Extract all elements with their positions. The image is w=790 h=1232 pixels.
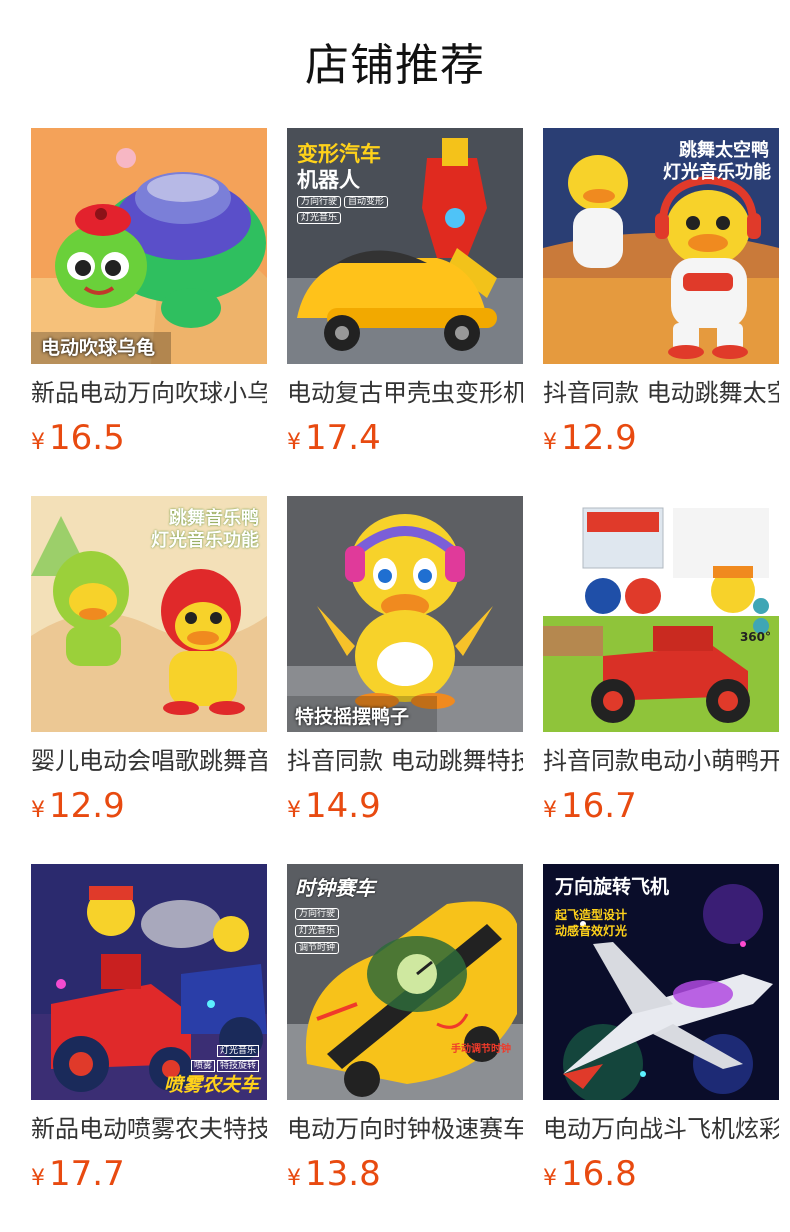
feature-tag: 万向行驶: [297, 196, 342, 208]
product-price: ¥12.9: [31, 784, 267, 828]
product-price: ¥16.8: [543, 1152, 779, 1196]
price-amount: 12.9: [49, 786, 125, 826]
feature-tag: 灯光音乐: [295, 925, 340, 937]
price-amount: 12.9: [561, 418, 637, 458]
product-name[interactable]: 电动万向时钟极速赛车: [287, 1112, 523, 1146]
product-price: ¥13.8: [287, 1152, 523, 1196]
product-price: ¥16.7: [543, 784, 779, 828]
product-name[interactable]: 新品电动喷雾农夫特技车: [31, 1112, 267, 1146]
product-image[interactable]: 万向旋转飞机 起飞造型设计 动感音效灯光: [543, 864, 779, 1100]
currency-symbol: ¥: [31, 430, 45, 455]
feature-tags: 万向行驶 自动变形 灯光音乐: [297, 194, 389, 226]
feature-tags: 万向行驶 灯光音乐 调节时钟: [295, 906, 340, 957]
product-name[interactable]: 电动万向战斗飞机炫彩灯光: [543, 1112, 779, 1146]
product-name[interactable]: 抖音同款电动小萌鸭开车: [543, 744, 779, 778]
product-price: ¥12.9: [543, 416, 779, 460]
product-badge-tertiary: 动感音效灯光: [555, 924, 628, 938]
currency-symbol: ¥: [31, 1166, 45, 1191]
toy-swing-duck-icon: [287, 496, 523, 732]
currency-symbol: ¥: [543, 1166, 557, 1191]
price-amount: 16.8: [561, 1154, 637, 1194]
product-image[interactable]: 360°: [543, 496, 779, 732]
currency-symbol: ¥: [287, 430, 301, 455]
product-badge: 万向旋转飞机: [555, 876, 670, 898]
currency-symbol: ¥: [287, 1166, 301, 1191]
product-price: ¥17.4: [287, 416, 523, 460]
currency-symbol: ¥: [543, 430, 557, 455]
product-name[interactable]: 抖音同款 电动跳舞太空鸭: [543, 376, 779, 410]
product-badge-secondary: 机器人: [297, 168, 360, 192]
price-amount: 16.5: [49, 418, 125, 458]
price-amount: 17.4: [305, 418, 381, 458]
price-amount: 14.9: [305, 786, 381, 826]
toy-duck-car-icon: [543, 496, 779, 732]
currency-symbol: ¥: [543, 798, 557, 823]
product-badge: 360°: [739, 630, 771, 644]
product-image[interactable]: 跳舞太空鸭 灯光音乐功能: [543, 128, 779, 364]
product-name[interactable]: 电动复古甲壳虫变形机器人: [287, 376, 523, 410]
price-amount: 13.8: [305, 1154, 381, 1194]
product-name[interactable]: 婴儿电动会唱歌跳舞音乐鸭: [31, 744, 267, 778]
feature-tag: 自动变形: [344, 196, 389, 208]
currency-symbol: ¥: [287, 798, 301, 823]
product-price: ¥14.9: [287, 784, 523, 828]
product-name[interactable]: 新品电动万向吹球小乌龟: [31, 376, 267, 410]
product-image[interactable]: 跳舞音乐鸭 灯光音乐功能: [31, 496, 267, 732]
feature-tag: 灯光音乐: [297, 212, 342, 224]
price-amount: 16.7: [561, 786, 637, 826]
product-name[interactable]: 抖音同款 电动跳舞特技摇摆鸭子: [287, 744, 523, 778]
product-price: ¥17.7: [31, 1152, 267, 1196]
product-badge: 电动吹球乌龟: [41, 337, 156, 359]
page-title: 店铺推荐: [305, 40, 485, 91]
product-badge-secondary: 灯光音乐功能: [663, 162, 771, 183]
product-image[interactable]: 变形汽车 机器人 万向行驶 自动变形 灯光音乐: [287, 128, 523, 364]
feature-tag: 万向行驶: [295, 908, 340, 920]
product-image[interactable]: 灯光音乐 喷雾 特技旋转 喷雾农夫车: [31, 864, 267, 1100]
product-image[interactable]: 特技摇摆鸭子: [287, 496, 523, 732]
product-badge: 喷雾农夫车: [163, 1074, 259, 1096]
annotation-label: 手动调节时钟: [451, 1044, 511, 1055]
product-image[interactable]: 时钟赛车 万向行驶 灯光音乐 调节时钟 手动调节时钟: [287, 864, 523, 1100]
currency-symbol: ¥: [31, 798, 45, 823]
product-badge-secondary: 起飞造型设计: [555, 908, 628, 922]
feature-tag: 调节时钟: [295, 942, 340, 954]
product-badge-secondary: 灯光音乐功能: [151, 530, 259, 551]
feature-tag: 灯光音乐: [216, 1045, 259, 1057]
product-image[interactable]: 电动吹球乌龟: [31, 128, 267, 364]
product-badge: 特技摇摆鸭子: [295, 706, 410, 728]
toy-turtle-icon: [31, 128, 267, 364]
product-price: ¥16.5: [31, 416, 267, 460]
toy-fighter-plane-icon: [543, 864, 779, 1100]
price-amount: 17.7: [49, 1154, 125, 1194]
product-badge: 时钟赛车: [295, 876, 375, 900]
